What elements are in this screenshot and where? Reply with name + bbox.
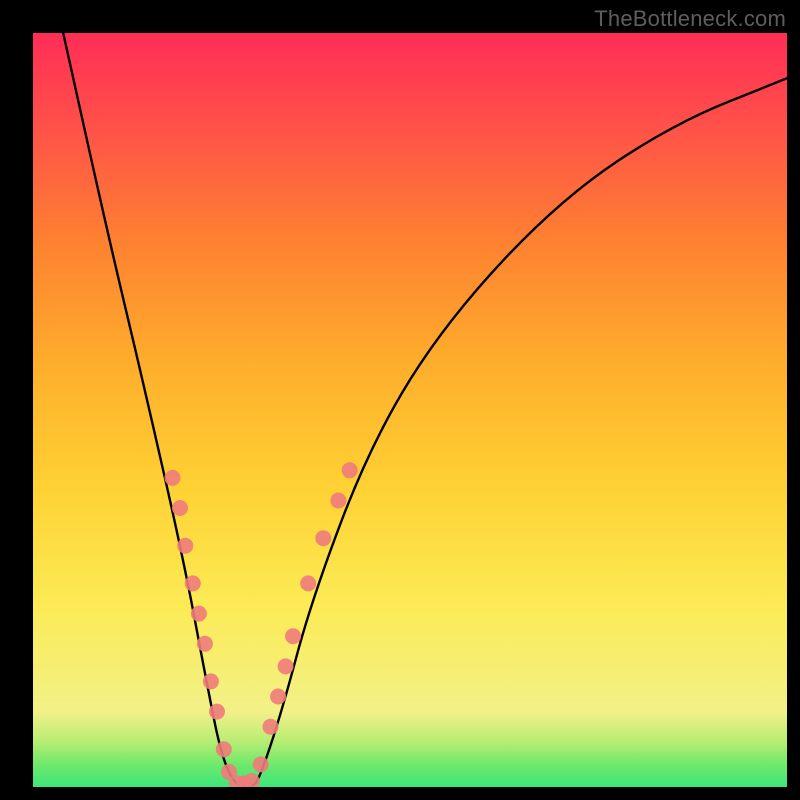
- data-marker: [177, 538, 193, 554]
- data-marker: [209, 704, 225, 720]
- data-marker: [197, 636, 213, 652]
- data-marker: [330, 493, 346, 509]
- data-marker: [285, 628, 301, 644]
- data-marker: [172, 500, 188, 516]
- data-marker: [342, 462, 358, 478]
- data-marker: [263, 719, 279, 735]
- data-marker: [270, 689, 286, 705]
- data-marker: [244, 773, 260, 787]
- data-marker: [216, 741, 232, 757]
- curve-svg: [33, 33, 787, 787]
- data-marker: [300, 575, 316, 591]
- data-marker: [165, 470, 181, 486]
- marker-group: [165, 462, 358, 787]
- watermark-text: TheBottleneck.com: [594, 6, 786, 32]
- chart-frame: TheBottleneck.com: [0, 0, 800, 800]
- data-marker: [185, 575, 201, 591]
- plot-area: [33, 33, 787, 787]
- bottleneck-curve: [63, 33, 787, 787]
- data-marker: [278, 658, 294, 674]
- data-marker: [203, 673, 219, 689]
- data-marker: [191, 606, 207, 622]
- data-marker: [315, 530, 331, 546]
- data-marker: [253, 756, 269, 772]
